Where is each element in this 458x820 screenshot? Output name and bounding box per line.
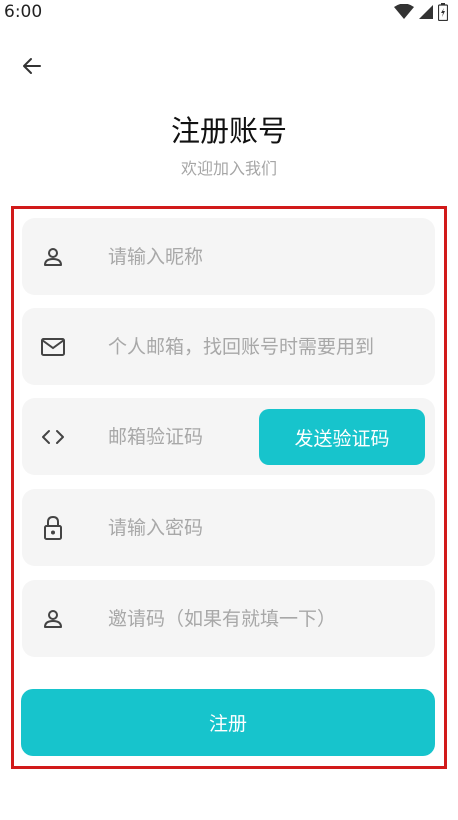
send-code-button[interactable]: 发送验证码 <box>259 409 425 465</box>
user-icon <box>40 244 66 270</box>
email-code-field: 发送验证码 <box>22 398 435 475</box>
lock-icon <box>40 515 66 541</box>
mail-icon <box>40 334 66 360</box>
status-bar: 6:00 <box>0 0 458 26</box>
invite-code-field <box>22 580 435 657</box>
register-button[interactable]: 注册 <box>21 689 435 756</box>
back-button[interactable] <box>14 50 50 86</box>
email-input[interactable] <box>108 308 428 385</box>
arrow-left-icon <box>20 54 44 82</box>
wifi-icon <box>394 3 414 24</box>
nickname-input[interactable] <box>108 218 428 295</box>
cellular-signal-icon <box>418 4 434 24</box>
page-title: 注册账号 <box>170 114 287 148</box>
invite-code-input[interactable] <box>108 580 428 657</box>
password-input[interactable] <box>108 489 428 566</box>
battery-icon <box>437 3 449 25</box>
user-icon <box>40 606 66 632</box>
nickname-field <box>22 218 435 295</box>
page-subtitle: 欢迎加入我们 <box>180 159 277 178</box>
password-field <box>22 489 435 566</box>
email-code-input[interactable] <box>108 398 248 475</box>
code-icon <box>40 424 66 450</box>
email-field <box>22 308 435 385</box>
status-time: 6:00 <box>4 2 43 22</box>
status-icons <box>394 3 449 25</box>
